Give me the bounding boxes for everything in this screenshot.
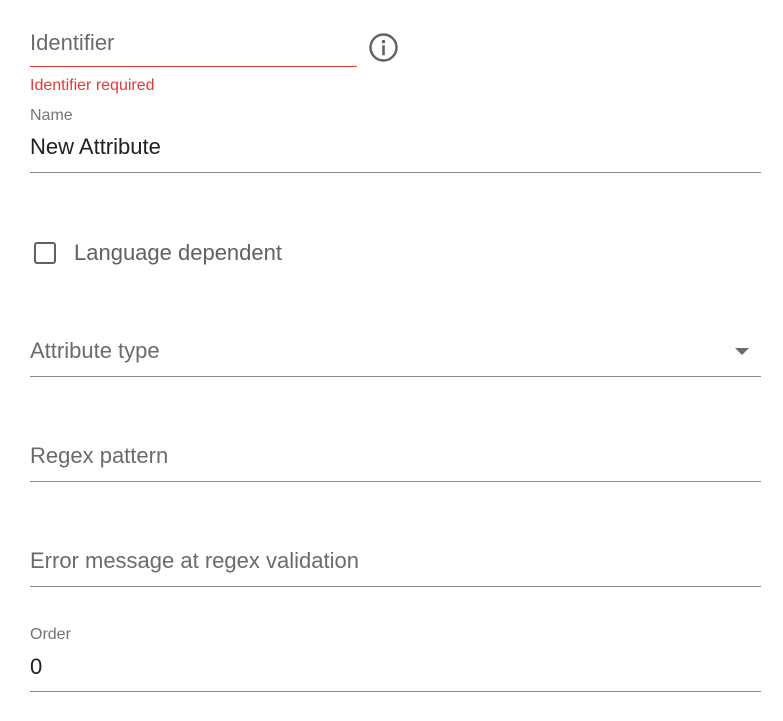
identifier-field[interactable]: Identifier Identifier required: [30, 0, 357, 100]
language-dependent-checkbox[interactable]: Language dependent: [34, 238, 282, 268]
name-input[interactable]: New Attribute: [30, 134, 161, 160]
regex-error-message-underline: [30, 586, 761, 587]
identifier-error-message: Identifier required: [30, 77, 155, 94]
name-label: Name: [30, 107, 73, 124]
name-underline: [30, 172, 761, 173]
identifier-underline: [30, 66, 357, 67]
info-icon[interactable]: [368, 32, 399, 63]
identifier-input[interactable]: Identifier: [30, 30, 114, 56]
checkbox-square-icon[interactable]: [34, 242, 56, 264]
language-dependent-label: Language dependent: [74, 240, 282, 265]
order-label: Order: [30, 626, 71, 643]
regex-error-message-field[interactable]: Error message at regex validation: [30, 540, 761, 590]
regex-error-message-input[interactable]: Error message at regex validation: [30, 548, 359, 574]
regex-pattern-underline: [30, 481, 761, 482]
regex-pattern-field[interactable]: Regex pattern: [30, 435, 761, 485]
order-field[interactable]: Order 0: [30, 619, 761, 695]
order-underline: [30, 691, 761, 692]
attribute-type-select[interactable]: Attribute type: [30, 330, 761, 380]
attribute-form: Identifier Identifier required Name New …: [0, 0, 783, 721]
name-field[interactable]: Name New Attribute: [30, 100, 761, 175]
regex-pattern-input[interactable]: Regex pattern: [30, 443, 168, 469]
dropdown-arrow-icon[interactable]: [735, 348, 749, 355]
attribute-type-underline: [30, 376, 761, 377]
attribute-type-placeholder: Attribute type: [30, 338, 160, 363]
order-input[interactable]: 0: [30, 654, 42, 680]
